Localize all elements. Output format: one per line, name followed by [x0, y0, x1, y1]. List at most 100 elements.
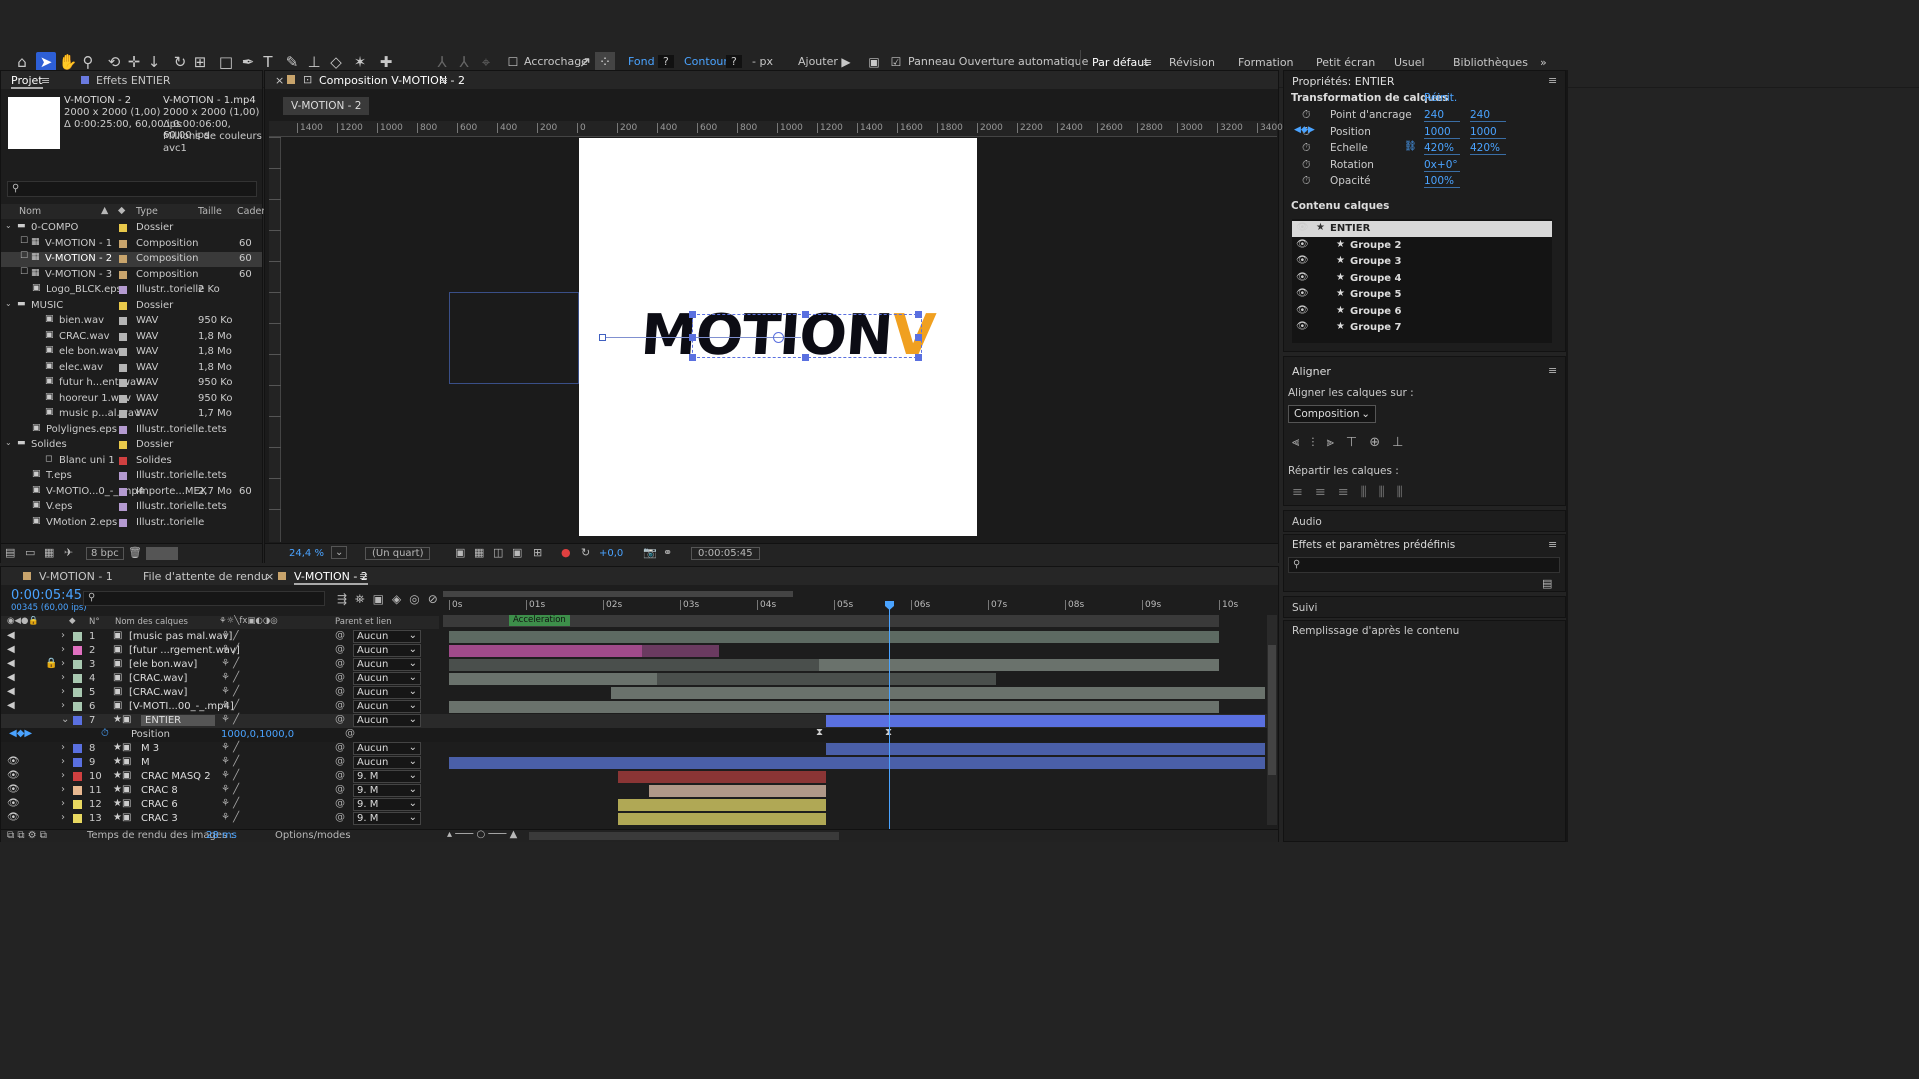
project-item[interactable]: ▣ elec.wav WAV 1,8 Mo	[1, 361, 262, 376]
pickwhip-icon[interactable]: @	[335, 658, 345, 669]
layer-label-swatch[interactable]	[73, 646, 82, 655]
col-name[interactable]: Nom	[19, 206, 41, 217]
properties-menu-icon[interactable]: ≡	[1548, 74, 1557, 87]
handle-tl[interactable]	[689, 311, 696, 318]
chevron-down-icon[interactable]: ⌄	[5, 221, 12, 230]
layer-bar[interactable]	[618, 799, 827, 811]
tab-vmotion-1[interactable]: V-MOTION - 1	[39, 570, 113, 583]
handle-tc[interactable]	[802, 311, 809, 318]
text-tool-icon[interactable]: T	[258, 52, 278, 72]
item-label-swatch[interactable]	[119, 224, 127, 232]
zoom-dropdown-icon[interactable]: ⌄	[331, 546, 348, 559]
handle-mr[interactable]	[915, 334, 922, 341]
layer-name[interactable]: CRAC MASQ 2	[141, 771, 211, 782]
visibility-icon[interactable]: ◀	[7, 700, 15, 711]
eye-icon[interactable]: 👁	[1296, 272, 1309, 283]
project-item[interactable]: ▣ ele bon.wav WAV 1,8 Mo	[1, 345, 262, 360]
project-item[interactable]: ⌄ ▬ Solides Dossier	[1, 438, 262, 453]
expand-icon[interactable]: ›	[61, 742, 65, 753]
handle-tr[interactable]	[915, 311, 922, 318]
layer-name[interactable]: CRAC 3	[141, 813, 178, 824]
prop-value-1[interactable]: 420%	[1424, 142, 1460, 155]
keyframe-nav-icon[interactable]: ◀◆▶	[9, 728, 32, 739]
content-group-row[interactable]: 👁 ★ Groupe 7	[1292, 320, 1552, 336]
align-target-dropdown[interactable]: Composition ⌄	[1288, 405, 1376, 423]
project-item[interactable]: ☐ ▦ V-MOTION - 2 Composition 60	[1, 251, 262, 267]
layer-switches[interactable]: ⚘ ╱	[221, 742, 239, 753]
layer-row[interactable]: ◀ › 1 ▣ [music pas mal.wav] ⚘ ╱ @ Aucun ⌄	[1, 630, 1267, 644]
layer-switches[interactable]: ⚘ ╱	[221, 812, 239, 823]
time-ruler[interactable]: 0s 01s 02s 03s 04s 05s 06s 07s 08s 09s 10s	[441, 599, 1267, 613]
content-fill-panel[interactable]: Remplissage d'après le contenu	[1283, 620, 1566, 842]
workspace-overflow-icon[interactable]: »	[1540, 56, 1547, 69]
eye-icon[interactable]: 👁	[1296, 222, 1309, 233]
item-label-swatch[interactable]	[119, 456, 127, 465]
item-label-swatch[interactable]	[119, 410, 127, 418]
layer-label-swatch[interactable]	[73, 716, 82, 725]
project-item[interactable]: ☐ ▦ V-MOTION - 3 Composition 60	[1, 267, 262, 283]
layer-switches[interactable]: ⚘ ╱	[221, 714, 239, 725]
layer-row[interactable]: 👁 › 9 ★▣ M ⚘ ╱ @ Aucun ⌄	[1, 756, 1267, 770]
parent-dropdown[interactable]: 9. M ⌄	[353, 784, 421, 797]
workspace-libraries[interactable]: Bibliothèques	[1453, 56, 1528, 69]
visibility-icon[interactable]: 👁	[7, 770, 20, 781]
item-label-swatch[interactable]	[119, 255, 127, 263]
layer-row[interactable]: ◀ › 6 ▣ [V-MOTI...00_-_.mp4] ⚘ ╱ @ Aucun ⌄	[1, 700, 1267, 714]
pickwhip-icon[interactable]: @	[335, 672, 345, 683]
layer-row[interactable]: ◀ › 4 ▣ [CRAC.wav] ⚘ ╱ @ Aucun ⌄	[1, 672, 1267, 686]
project-item[interactable]: ▣ hooreur 1.wav WAV 950 Ko	[1, 392, 262, 407]
eye-icon[interactable]: 👁	[1296, 239, 1309, 250]
prop-value-1[interactable]: 100%	[1424, 175, 1460, 188]
layer-switches[interactable]: ⚘ ╱	[221, 756, 239, 767]
resolution-dropdown[interactable]: (Un quart)	[365, 547, 431, 560]
visibility-icon[interactable]: ◀	[7, 630, 15, 641]
prop-value-1[interactable]: 1000	[1424, 126, 1460, 139]
link-icon[interactable]: ⛓	[1404, 141, 1417, 152]
eye-icon[interactable]: 👁	[1296, 288, 1309, 299]
visibility-icon[interactable]: 👁	[7, 812, 20, 823]
layer-bar[interactable]	[610, 687, 1266, 699]
snapshot-icon[interactable]: 📷	[643, 546, 657, 559]
layer-switches[interactable]: ⚘ ╱	[221, 798, 239, 809]
layer-label-swatch[interactable]	[73, 786, 82, 795]
trash-icon[interactable]: 🗑	[128, 546, 142, 559]
layer-bar[interactable]	[641, 645, 719, 657]
layer-row[interactable]: 👁 › 11 ★▣ CRAC 8 ⚘ ╱ @9. M ⌄	[1, 784, 1267, 798]
horizontal-scrollbar[interactable]	[529, 832, 839, 840]
lock-icon[interactable]: ⊡	[303, 73, 312, 86]
expand-icon[interactable]: ›	[61, 700, 65, 711]
tab-project[interactable]: Projet	[11, 74, 43, 89]
checkbox-icon[interactable]: ☐	[20, 236, 28, 246]
comp-canvas[interactable]: MOTIONV	[579, 138, 977, 536]
grid-icon[interactable]: ⊞	[533, 546, 542, 559]
eye-icon[interactable]: 👁	[1296, 305, 1309, 316]
prop-value-1[interactable]: 0x+0°	[1424, 159, 1460, 172]
pickwhip-icon[interactable]: @	[335, 756, 345, 767]
parent-dropdown[interactable]: Aucun ⌄	[353, 672, 421, 685]
col-type[interactable]: Type	[136, 206, 158, 217]
layer-name[interactable]: [CRAC.wav]	[129, 673, 187, 684]
project-item[interactable]: ▣ V.eps Illustr..torielle ...tets	[1, 500, 262, 515]
pickwhip-icon[interactable]: @	[335, 798, 345, 809]
visibility-icon[interactable]: ◀	[7, 672, 15, 683]
pickwhip-icon[interactable]: @	[345, 728, 355, 739]
layer-label-swatch[interactable]	[73, 688, 82, 697]
layer-name[interactable]: CRAC 8	[141, 785, 178, 796]
layer-label-swatch[interactable]	[73, 814, 82, 823]
parent-dropdown[interactable]: 9. M ⌄	[353, 798, 421, 811]
project-item[interactable]: ▣ Logo_BLCK.eps Illustr..torielle 2 Ko	[1, 283, 262, 298]
safe-margins-icon[interactable]: ▣	[512, 546, 522, 559]
interpret-icon[interactable]: ▤	[5, 546, 15, 559]
tab-menu-icon[interactable]: ≡	[41, 74, 50, 87]
workspace-menu-icon[interactable]: ≡	[1143, 56, 1152, 69]
align-menu-icon[interactable]: ≡	[1548, 364, 1557, 377]
layer-bar[interactable]	[826, 743, 1266, 755]
project-search-input[interactable]: ⚲	[7, 181, 257, 197]
content-group-row[interactable]: 👁 ★ Groupe 4	[1292, 271, 1552, 287]
layer-label-swatch[interactable]	[73, 758, 82, 767]
expand-icon[interactable]: ›	[61, 658, 65, 669]
layer-label-swatch[interactable]	[73, 744, 82, 753]
keyframe-1[interactable]: ⧗	[816, 727, 823, 738]
work-area-bar[interactable]	[443, 591, 793, 597]
orbit-tool-icon[interactable]: ⟲	[104, 52, 124, 72]
